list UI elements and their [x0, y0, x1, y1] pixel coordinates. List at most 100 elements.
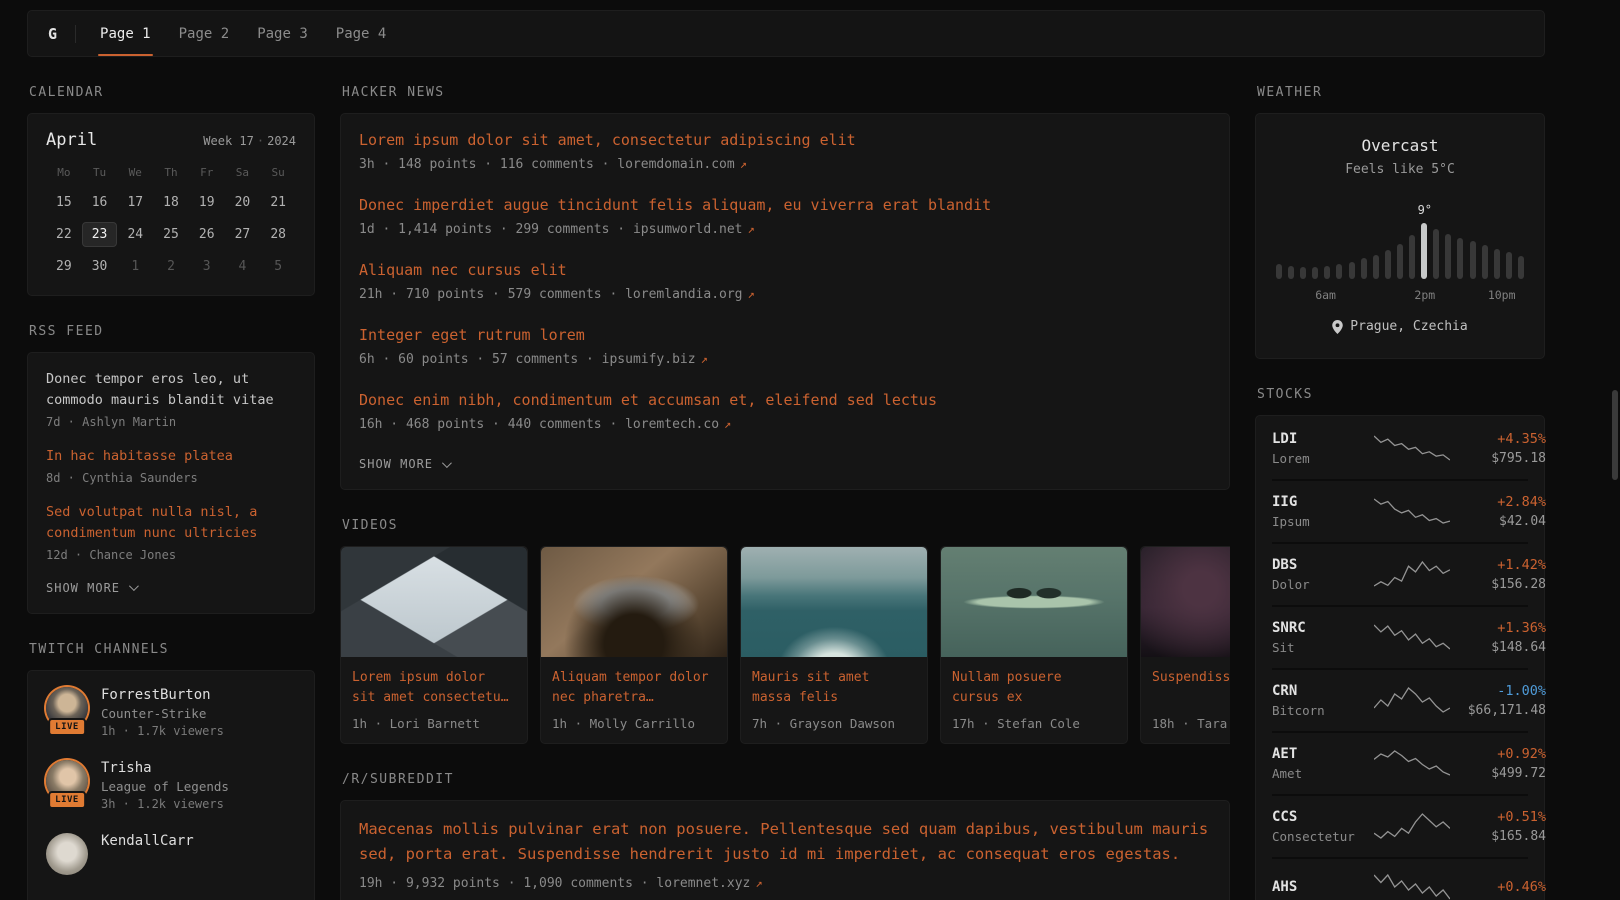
stock-sparkline: [1374, 496, 1450, 526]
stock-symbol: DBS: [1272, 557, 1366, 573]
hn-story-link[interactable]: Lorem ipsum dolor sit amet, consectetur …: [359, 130, 1211, 151]
reddit-post-domain-link[interactable]: loremnet.xyz: [656, 876, 750, 891]
video-card[interactable]: Suspendisse diam18h · Tara: [1140, 546, 1230, 744]
rss-item-link[interactable]: In hac habitasse platea: [46, 446, 296, 467]
hn-domain-link[interactable]: ipsumworld.net: [633, 222, 743, 237]
video-card[interactable]: Nullam posuere cursus ex17h · Stefan Col…: [940, 546, 1128, 744]
stock-row[interactable]: DBSDolor+1.42%$156.28: [1272, 542, 1528, 605]
twitch-widget: LIVEForrestBurtonCounter-Strike1h · 1.7k…: [27, 670, 315, 900]
twitch-section-title: TWITCH CHANNELS: [29, 642, 315, 657]
video-thumbnail[interactable]: [341, 547, 527, 657]
stock-row[interactable]: CRNBitcorn-1.00%$66,171.48: [1272, 668, 1528, 731]
stock-row[interactable]: LDILorem+4.35%$795.18: [1272, 418, 1528, 479]
hn-story-link[interactable]: Donec imperdiet augue tincidunt felis al…: [359, 195, 1211, 216]
video-thumbnail[interactable]: [941, 547, 1127, 657]
separator-dot: ·: [254, 134, 267, 148]
stock-row[interactable]: CCSConsectetur+0.51%$165.84: [1272, 794, 1528, 857]
weather-bar: [1312, 267, 1318, 279]
video-title-link[interactable]: Mauris sit amet massa felis: [741, 668, 927, 709]
hn-domain-link[interactable]: loremdomain.com: [617, 157, 734, 172]
calendar-day: 22: [46, 222, 82, 247]
weather-widget: Overcast Feels like 5°C 9° 6am2pm10pm Pr…: [1255, 113, 1545, 359]
calendar-day: 28: [260, 222, 296, 247]
show-more-label: SHOW MORE: [46, 581, 120, 595]
calendar-day-selected: 23: [82, 222, 118, 247]
video-card[interactable]: Aliquam tempor dolor nec pharetra… 1h · M…: [540, 546, 728, 744]
rss-item-link[interactable]: Donec tempor eros leo, ut commodo mauris…: [46, 369, 296, 411]
video-card[interactable]: Lorem ipsum dolor sit amet consectetu… 1h…: [340, 546, 528, 744]
calendar-day: 5: [260, 254, 296, 279]
scrollbar-thumb[interactable]: [1612, 390, 1618, 480]
stock-sparkline: [1374, 872, 1450, 900]
video-thumbnail[interactable]: [1141, 547, 1230, 657]
scrollbar-track[interactable]: [1611, 0, 1619, 900]
twitch-channel-name[interactable]: KendallCarr: [101, 833, 194, 849]
hn-meta-text: 6h · 60 points · 57 comments ·: [359, 352, 602, 367]
hn-domain-link[interactable]: ipsumify.biz: [602, 352, 696, 367]
stock-sparkline: [1374, 433, 1450, 463]
hn-show-more-button[interactable]: SHOW MORE: [359, 455, 449, 473]
twitch-channel[interactable]: LIVETrishaLeague of Legends3h · 1.2k vie…: [46, 760, 296, 811]
weather-bar: [1349, 262, 1355, 279]
stock-price: $156.28: [1458, 577, 1546, 592]
header-tab-1[interactable]: Page 1: [98, 11, 153, 56]
videos-row: Lorem ipsum dolor sit amet consectetu… 1h…: [340, 546, 1230, 744]
stock-identity: LDILorem: [1272, 431, 1366, 466]
twitch-avatar-wrap: LIVE: [46, 760, 88, 802]
header-tab-4[interactable]: Page 4: [334, 11, 389, 56]
twitch-channel[interactable]: LIVEForrestBurtonCounter-Strike1h · 1.7k…: [46, 687, 296, 738]
video-title-link[interactable]: Aliquam tempor dolor nec pharetra…: [541, 668, 727, 709]
twitch-channel-name[interactable]: Trisha: [101, 760, 229, 776]
video-title-link[interactable]: Nullam posuere cursus ex: [941, 668, 1127, 709]
header-tab-3[interactable]: Page 3: [255, 11, 310, 56]
logo-divider: [75, 25, 76, 43]
rss-show-more-button[interactable]: SHOW MORE: [46, 579, 136, 597]
video-meta: 1h · Molly Carrillo: [541, 716, 727, 731]
calendar-week-year: Week 17·2024: [203, 134, 296, 148]
video-card[interactable]: Mauris sit amet massa felis7h · Grayson …: [740, 546, 928, 744]
stock-name: Lorem: [1272, 451, 1366, 466]
right-column: WEATHER Overcast Feels like 5°C 9° 6am2p…: [1255, 85, 1545, 900]
stock-row[interactable]: AHS+0.46%: [1272, 857, 1528, 900]
stock-identity: AETAmet: [1272, 746, 1366, 781]
calendar-day-header: Mo: [46, 166, 82, 183]
weather-bar: [1324, 266, 1330, 279]
hn-story: Aliquam nec cursus elit 21h · 710 points …: [359, 260, 1211, 302]
reddit-post-link[interactable]: Maecenas mollis pulvinar erat non posuer…: [359, 817, 1211, 867]
twitch-channel-name[interactable]: ForrestBurton: [101, 687, 224, 703]
video-meta: 1h · Lori Barnett: [341, 716, 527, 731]
stock-sparkline-chart: [1374, 433, 1450, 463]
video-thumbnail[interactable]: [541, 547, 727, 657]
live-badge: LIVE: [48, 718, 86, 736]
twitch-avatar-wrap: [46, 833, 88, 875]
weather-bar: [1300, 267, 1306, 279]
stock-row[interactable]: SNRCSit+1.36%$148.64: [1272, 605, 1528, 668]
header-tab-2[interactable]: Page 2: [177, 11, 232, 56]
hn-story: Donec enim nibh, condimentum et accumsan…: [359, 390, 1211, 432]
stock-row[interactable]: AETAmet+0.92%$499.72: [1272, 731, 1528, 794]
video-title-link[interactable]: Lorem ipsum dolor sit amet consectetu…: [341, 668, 527, 709]
calendar-day: 21: [260, 190, 296, 215]
stock-sparkline: [1374, 748, 1450, 778]
stock-price: $66,171.48: [1458, 703, 1546, 718]
twitch-category[interactable]: League of Legends: [101, 779, 229, 794]
video-title-link[interactable]: Suspendisse diam: [1141, 668, 1230, 709]
rss-items: Donec tempor eros leo, ut commodo mauris…: [46, 369, 296, 562]
hn-story-meta: 21h · 710 points · 579 comments · loreml…: [359, 287, 1211, 302]
twitch-channel[interactable]: KendallCarr: [46, 833, 296, 875]
chevron-down-icon: [129, 581, 139, 591]
hn-story-link[interactable]: Donec enim nibh, condimentum et accumsan…: [359, 390, 1211, 411]
hn-story-link[interactable]: Aliquam nec cursus elit: [359, 260, 1211, 281]
stock-symbol: IIG: [1272, 494, 1366, 510]
hn-domain-link[interactable]: loremlandia.org: [625, 287, 742, 302]
stock-row[interactable]: IIGIpsum+2.84%$42.04: [1272, 479, 1528, 542]
hn-story-link[interactable]: Integer eget rutrum lorem: [359, 325, 1211, 346]
hn-meta-text: 16h · 468 points · 440 comments ·: [359, 417, 625, 432]
video-thumbnail[interactable]: [741, 547, 927, 657]
external-link-icon: ↗: [748, 287, 755, 301]
rss-section-title: RSS FEED: [29, 324, 315, 339]
twitch-category[interactable]: Counter-Strike: [101, 706, 224, 721]
hn-domain-link[interactable]: loremtech.co: [625, 417, 719, 432]
subreddit-widget: Maecenas mollis pulvinar erat non posuer…: [340, 800, 1230, 900]
rss-item-link[interactable]: Sed volutpat nulla nisl, a condimentum n…: [46, 502, 296, 544]
